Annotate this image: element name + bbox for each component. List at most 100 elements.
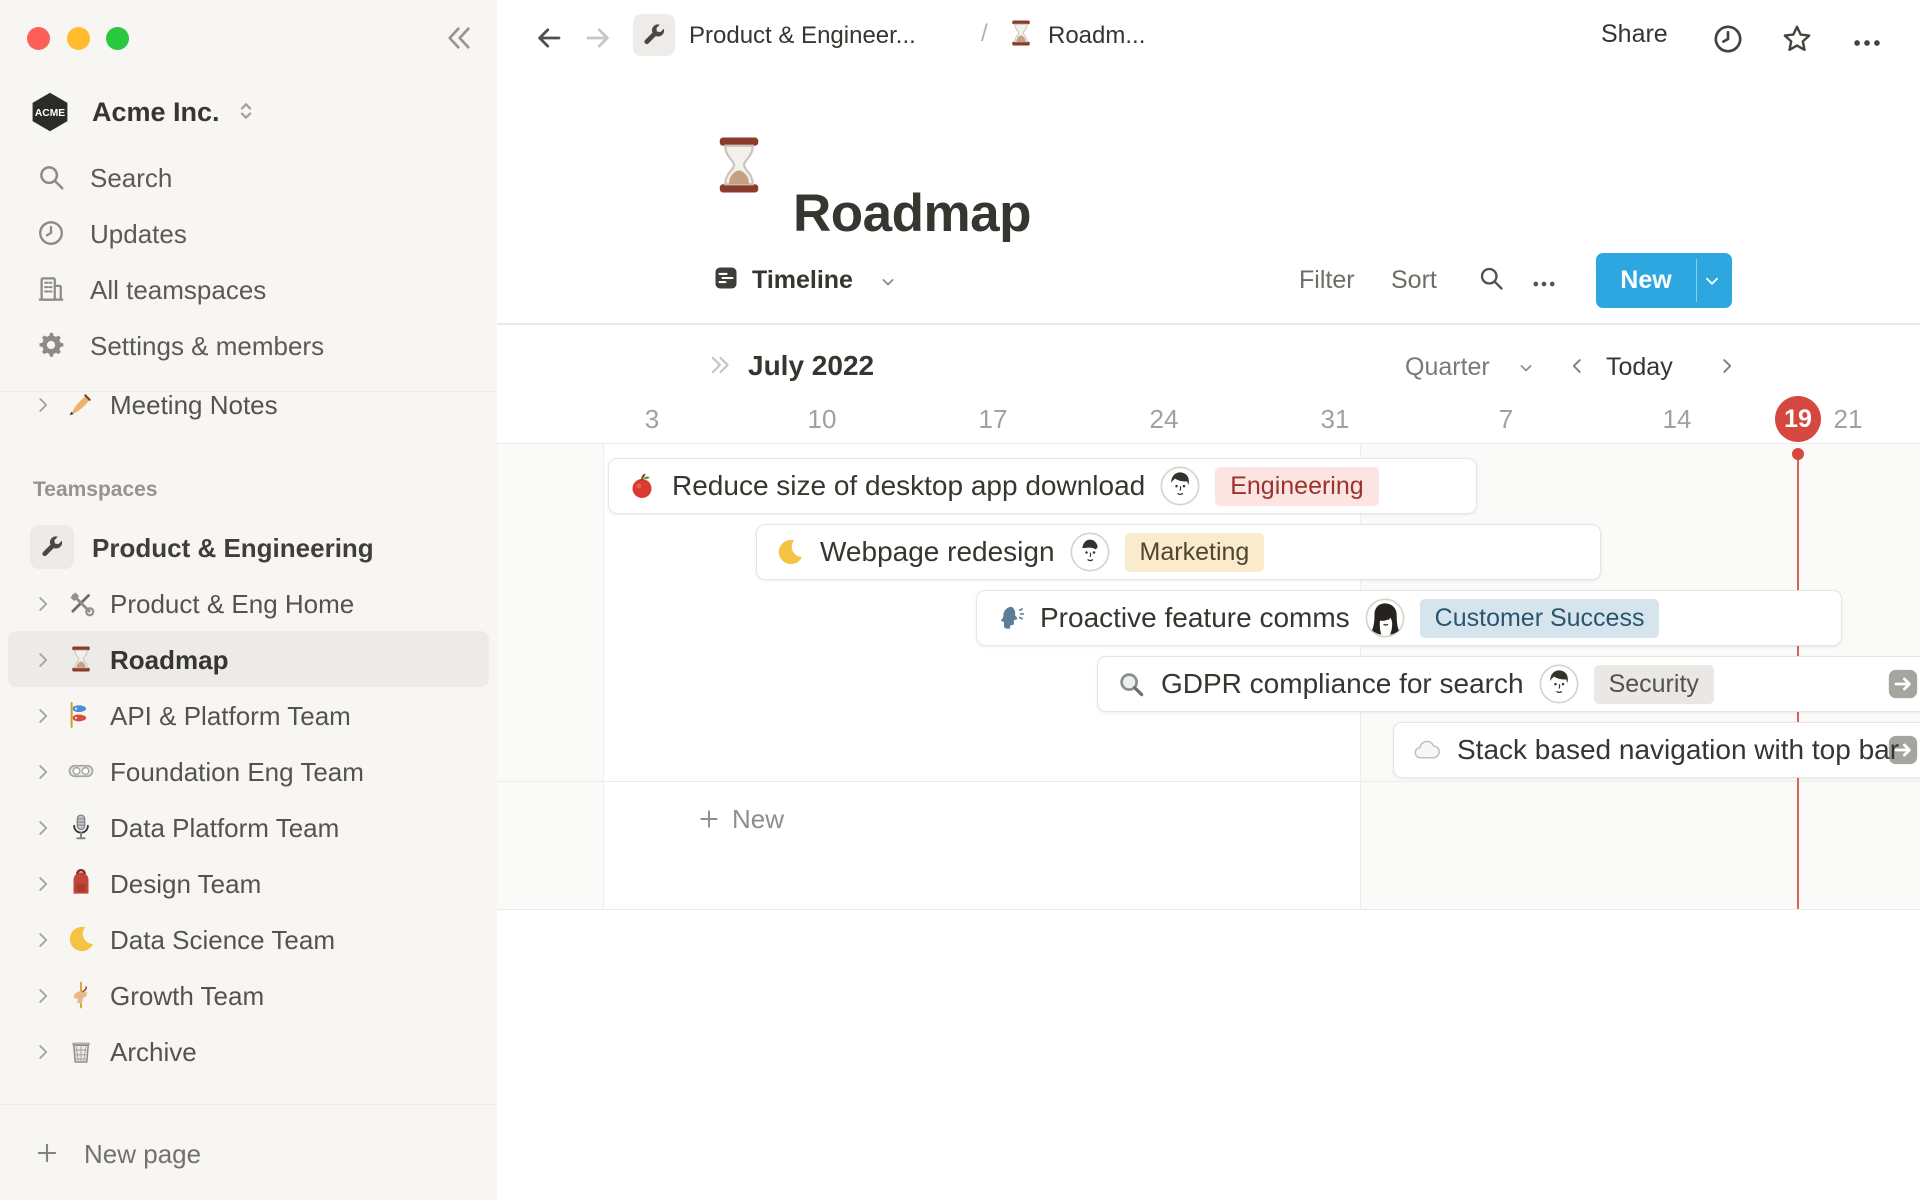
breadcrumb-teamspace[interactable]: Product & Engineer...	[633, 0, 963, 64]
timeline-date: 10	[807, 404, 837, 434]
sidebar-item-product-eng-home[interactable]: Product & Eng Home	[8, 575, 489, 631]
window-zoom-button[interactable]	[106, 27, 129, 50]
breadcrumb-label: Roadm...	[1048, 22, 1146, 49]
view-caret-icon[interactable]	[878, 272, 898, 292]
timeline-add-new-button[interactable]: New	[696, 802, 784, 836]
sort-button[interactable]: Sort	[1391, 266, 1437, 295]
favorite-star-icon[interactable]	[1780, 22, 1814, 56]
chevron-right-icon[interactable]	[32, 929, 54, 951]
today-date-badge: 19	[1775, 396, 1821, 442]
sidebar-item-search[interactable]: Search	[8, 149, 489, 205]
chevron-right-icon[interactable]	[32, 1041, 54, 1063]
sidebar-item-meeting-notes[interactable]: Meeting Notes	[8, 376, 489, 432]
zoom-caret-icon[interactable]	[1516, 358, 1536, 378]
sidebar-item-roadmap[interactable]: Roadmap	[8, 631, 489, 687]
breadcrumb-separator: /	[981, 20, 988, 47]
goggles-icon	[66, 756, 96, 786]
svg-text:ACME: ACME	[35, 108, 65, 119]
hourglass-icon	[1006, 18, 1036, 48]
new-button-label: New	[1620, 266, 1672, 294]
teamspace-logo	[30, 525, 74, 569]
wrench-icon	[633, 14, 675, 56]
tab-timeline-view[interactable]: Timeline	[752, 266, 853, 295]
card-title: Reduce size of desktop app download	[672, 470, 1146, 501]
search-icon[interactable]	[1477, 264, 1505, 292]
carousel-horse-icon	[66, 980, 96, 1010]
sidebar-item-settings-members[interactable]: Settings & members	[8, 317, 489, 373]
cloud-icon	[1412, 735, 1442, 765]
page-icon-hourglass[interactable]	[706, 132, 772, 198]
chevron-right-icon[interactable]	[32, 873, 54, 895]
chevron-right-icon[interactable]	[32, 817, 54, 839]
timeline-card-proactive-feature-comms[interactable]: Proactive feature comms Customer Success	[976, 590, 1842, 646]
plus-icon	[696, 806, 722, 832]
sidebar-item-data-platform-team[interactable]: Data Platform Team	[8, 799, 489, 855]
timeline-next-icon[interactable]	[1716, 355, 1738, 377]
month-shade-june	[497, 444, 603, 909]
sidebar-item-label: API & Platform Team	[110, 701, 351, 731]
man2-avatar	[1070, 532, 1110, 572]
crescent-moon-icon	[66, 924, 96, 954]
new-dropdown-caret-icon[interactable]	[1701, 270, 1723, 292]
sidebar-item-label: Meeting Notes	[110, 390, 278, 420]
new-page-button[interactable]: New page	[8, 1125, 489, 1181]
hourglass-icon	[66, 644, 96, 674]
timeline-card-gdpr-compliance-for-search[interactable]: GDPR compliance for search Security	[1097, 656, 1920, 712]
window-close-button[interactable]	[27, 27, 50, 50]
timeline-add-new-label: New	[732, 803, 785, 834]
sidebar-item-updates[interactable]: Updates	[8, 205, 489, 261]
timeline-zoom-select[interactable]: Quarter	[1405, 353, 1490, 382]
sidebar-item-archive[interactable]: Archive	[8, 1023, 489, 1079]
sidebar-item-label: Product & Engineering	[92, 533, 374, 563]
chevron-right-icon[interactable]	[32, 593, 54, 615]
timeline-today-button[interactable]: Today	[1606, 353, 1673, 382]
chevron-right-icon[interactable]	[32, 705, 54, 727]
sidebar-item-label: Foundation Eng Team	[110, 757, 364, 787]
chevron-right-icon[interactable]	[32, 761, 54, 783]
sidebar-item-growth-team[interactable]: Growth Team	[8, 967, 489, 1023]
sidebar-item-all-teamspaces[interactable]: All teamspaces	[8, 261, 489, 317]
chevron-right-icon[interactable]	[32, 649, 54, 671]
teamspaces-section-label: Teamspaces	[33, 478, 158, 501]
sidebar-item-data-science-team[interactable]: Data Science Team	[8, 911, 489, 967]
breadcrumb-page[interactable]: Roadm...	[1006, 0, 1176, 64]
backpack-icon	[66, 868, 96, 898]
plus-icon	[33, 1139, 61, 1167]
sidebar-item-label: Settings & members	[90, 331, 325, 361]
timeline-card-webpage-redesign[interactable]: Webpage redesign Marketing	[756, 524, 1601, 580]
new-button[interactable]: New	[1596, 253, 1732, 308]
history-clock-icon[interactable]	[1711, 22, 1745, 56]
woman-avatar	[1365, 598, 1405, 638]
window-minimize-button[interactable]	[67, 27, 90, 50]
sidebar-item-api-platform-team[interactable]: API & Platform Team	[8, 687, 489, 743]
view-more-icon[interactable]	[1530, 270, 1558, 298]
chevron-right-icon[interactable]	[32, 985, 54, 1007]
timeline-card-stack-based-navigation-with-top-bar[interactable]: Stack based navigation with top bar	[1393, 722, 1920, 778]
sidebar-item-design-team[interactable]: Design Team	[8, 855, 489, 911]
expand-timeline-icon[interactable]	[707, 352, 733, 378]
sidebar-item-product-engineering[interactable]: Product & Engineering	[8, 519, 489, 575]
more-options-icon[interactable]	[1850, 26, 1884, 60]
back-icon[interactable]	[534, 23, 564, 53]
forward-icon[interactable]	[583, 23, 613, 53]
status-tag-customer-success: Customer Success	[1419, 598, 1660, 638]
timeline-month-label: July 2022	[748, 350, 875, 381]
workspace-name: Acme Inc.	[92, 97, 220, 127]
chevron-right-icon[interactable]	[32, 394, 54, 416]
collapse-sidebar-icon[interactable]	[443, 22, 475, 54]
crescent-moon-icon	[775, 537, 805, 567]
timeline-prev-icon[interactable]	[1566, 355, 1588, 377]
workspace-switcher[interactable]: ACME Acme Inc.	[20, 86, 320, 138]
notion-app-window: ACME Acme Inc. Search Updates All teamspac…	[0, 0, 1920, 1200]
timeline-date: 31	[1320, 404, 1350, 434]
share-button[interactable]: Share	[1601, 20, 1668, 49]
clock-icon	[36, 218, 66, 248]
workspace-logo-icon: ACME	[28, 90, 72, 134]
card-title: GDPR compliance for search	[1161, 668, 1524, 699]
timeline-card-reduce-size-of-desktop-app-download[interactable]: Reduce size of desktop app download Engin…	[608, 458, 1477, 514]
man-avatar	[1539, 664, 1579, 704]
card-title: Proactive feature comms	[1040, 602, 1350, 633]
page-title: Roadmap	[793, 183, 1031, 243]
sidebar-item-foundation-eng-team[interactable]: Foundation Eng Team	[8, 743, 489, 799]
filter-button[interactable]: Filter	[1299, 266, 1355, 295]
